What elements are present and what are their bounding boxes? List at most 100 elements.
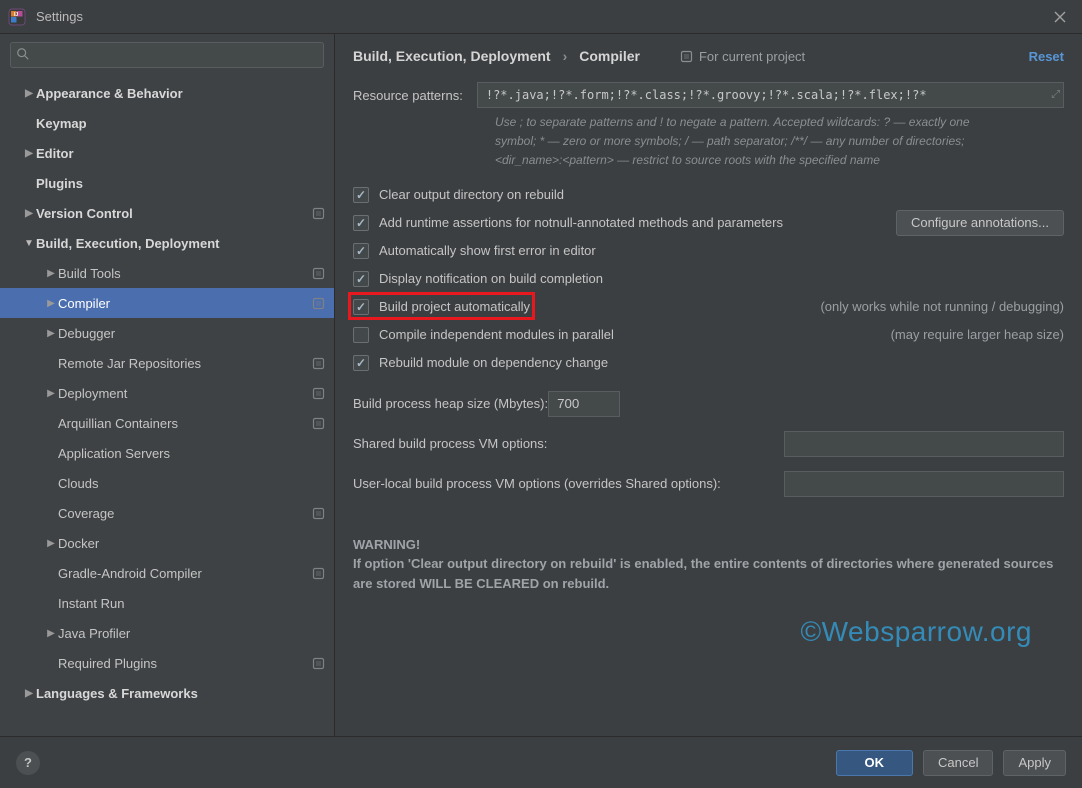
warning-body: If option 'Clear output directory on reb…: [353, 554, 1064, 593]
checkbox[interactable]: [353, 299, 369, 315]
tree-item-deployment[interactable]: ▶Deployment: [0, 378, 334, 408]
shared-vm-row: Shared build process VM options:: [353, 431, 1064, 457]
tree-item-label: Coverage: [58, 506, 304, 521]
option-label[interactable]: Build project automatically: [379, 299, 530, 314]
tree-item-build-tools[interactable]: ▶Build Tools: [0, 258, 334, 288]
chevron-right-icon[interactable]: ▶: [22, 208, 36, 219]
apply-button[interactable]: Apply: [1003, 750, 1066, 776]
checkbox[interactable]: [353, 215, 369, 231]
settings-tree: ▶Appearance & BehaviorKeymap▶EditorPlugi…: [0, 78, 334, 736]
resource-patterns-row: Resource patterns: ⤢: [353, 82, 1064, 108]
tree-item-label: Gradle-Android Compiler: [58, 566, 304, 581]
tree-item-label: Deployment: [58, 386, 304, 401]
resource-patterns-input[interactable]: [477, 82, 1064, 108]
tree-item-editor[interactable]: ▶Editor: [0, 138, 334, 168]
tree-item-label: Appearance & Behavior: [36, 86, 326, 101]
checkbox[interactable]: [353, 243, 369, 259]
tree-item-compiler[interactable]: ▶Compiler: [0, 288, 334, 318]
tree-item-label: Arquillian Containers: [58, 416, 304, 431]
expand-icon[interactable]: ⤢: [1051, 89, 1060, 102]
checkbox[interactable]: [353, 187, 369, 203]
cancel-button[interactable]: Cancel: [923, 750, 993, 776]
checkbox[interactable]: [353, 355, 369, 371]
tree-item-label: Compiler: [58, 296, 304, 311]
tree-item-required-plugins[interactable]: Required Plugins: [0, 648, 334, 678]
tree-item-remote-jar-repositories[interactable]: Remote Jar Repositories: [0, 348, 334, 378]
option-label[interactable]: Automatically show first error in editor: [379, 243, 596, 258]
checkbox[interactable]: [353, 327, 369, 343]
tree-item-gradle-android-compiler[interactable]: Gradle-Android Compiler: [0, 558, 334, 588]
option-label[interactable]: Rebuild module on dependency change: [379, 355, 608, 370]
tree-item-appearance-behavior[interactable]: ▶Appearance & Behavior: [0, 78, 334, 108]
resource-patterns-label: Resource patterns:: [353, 88, 463, 103]
chevron-right-icon[interactable]: ▶: [44, 328, 58, 339]
footer: ? OK Cancel Apply: [0, 736, 1082, 788]
option-label[interactable]: Compile independent modules in parallel: [379, 327, 614, 342]
tree-item-application-servers[interactable]: Application Servers: [0, 438, 334, 468]
project-scope-icon: [310, 415, 326, 431]
tree-item-clouds[interactable]: Clouds: [0, 468, 334, 498]
heap-size-input[interactable]: [548, 391, 620, 417]
watermark-text: ©Websparrow.org: [801, 616, 1033, 648]
tree-item-java-profiler[interactable]: ▶Java Profiler: [0, 618, 334, 648]
tree-item-docker[interactable]: ▶Docker: [0, 528, 334, 558]
chevron-right-icon[interactable]: ▶: [44, 628, 58, 639]
project-scope-icon: [310, 205, 326, 221]
option-row: Rebuild module on dependency change: [353, 349, 1064, 377]
window-title: Settings: [36, 9, 83, 24]
chevron-right-icon[interactable]: ▶: [44, 298, 58, 309]
chevron-right-icon[interactable]: ▶: [44, 538, 58, 549]
tree-item-build-execution-deployment[interactable]: ▼Build, Execution, Deployment: [0, 228, 334, 258]
option-label[interactable]: Clear output directory on rebuild: [379, 187, 564, 202]
heap-size-row: Build process heap size (Mbytes):: [353, 391, 1064, 417]
option-row: Display notification on build completion: [353, 265, 1064, 293]
chevron-right-icon[interactable]: ▶: [22, 148, 36, 159]
compiler-options: Clear output directory on rebuild Add run…: [353, 181, 1064, 377]
settings-search-input[interactable]: [10, 42, 324, 68]
settings-sidebar: ▶Appearance & BehaviorKeymap▶EditorPlugi…: [0, 34, 335, 736]
shared-vm-label: Shared build process VM options:: [353, 436, 547, 451]
user-vm-input[interactable]: [784, 471, 1064, 497]
warning-block: WARNING! If option 'Clear output directo…: [353, 535, 1064, 594]
tree-item-arquillian-containers[interactable]: Arquillian Containers: [0, 408, 334, 438]
chevron-right-icon[interactable]: ▶: [22, 688, 36, 699]
chevron-right-icon[interactable]: ▶: [44, 268, 58, 279]
chevron-right-icon[interactable]: ▶: [44, 388, 58, 399]
warning-title: WARNING!: [353, 535, 1064, 555]
project-scope-icon: [310, 265, 326, 281]
tree-item-coverage[interactable]: Coverage: [0, 498, 334, 528]
tree-item-languages-frameworks[interactable]: ▶Languages & Frameworks: [0, 678, 334, 708]
intellij-logo-icon: IJ: [8, 8, 26, 26]
option-row: Automatically show first error in editor: [353, 237, 1064, 265]
project-scope-icon: [680, 50, 693, 63]
heap-size-label: Build process heap size (Mbytes):: [353, 396, 548, 411]
option-label[interactable]: Display notification on build completion: [379, 271, 603, 286]
option-label[interactable]: Add runtime assertions for notnull-annot…: [379, 215, 783, 230]
content-panel: Build, Execution, Deployment › Compiler …: [335, 34, 1082, 736]
tree-item-label: Java Profiler: [58, 626, 326, 641]
titlebar: IJ Settings: [0, 0, 1082, 34]
chevron-right-icon[interactable]: ▶: [22, 88, 36, 99]
close-icon[interactable]: [1046, 3, 1074, 31]
ok-button[interactable]: OK: [836, 750, 914, 776]
tree-item-keymap[interactable]: Keymap: [0, 108, 334, 138]
chevron-down-icon[interactable]: ▼: [22, 238, 36, 249]
shared-vm-input[interactable]: [784, 431, 1064, 457]
tree-item-version-control[interactable]: ▶Version Control: [0, 198, 334, 228]
breadcrumb-root[interactable]: Build, Execution, Deployment: [353, 48, 551, 64]
configure-annotations-button[interactable]: Configure annotations...: [896, 210, 1064, 236]
tree-item-label: Debugger: [58, 326, 326, 341]
reset-link[interactable]: Reset: [1029, 49, 1064, 64]
tree-item-label: Languages & Frameworks: [36, 686, 326, 701]
tree-item-instant-run[interactable]: Instant Run: [0, 588, 334, 618]
option-row: Build project automatically(only works w…: [353, 293, 1064, 321]
checkbox[interactable]: [353, 271, 369, 287]
tree-item-label: Docker: [58, 536, 326, 551]
tree-item-label: Application Servers: [58, 446, 326, 461]
project-scope-icon: [310, 505, 326, 521]
option-hint: (may require larger heap size): [891, 327, 1064, 342]
tree-item-debugger[interactable]: ▶Debugger: [0, 318, 334, 348]
tree-item-label: Instant Run: [58, 596, 326, 611]
help-button[interactable]: ?: [16, 751, 40, 775]
tree-item-plugins[interactable]: Plugins: [0, 168, 334, 198]
